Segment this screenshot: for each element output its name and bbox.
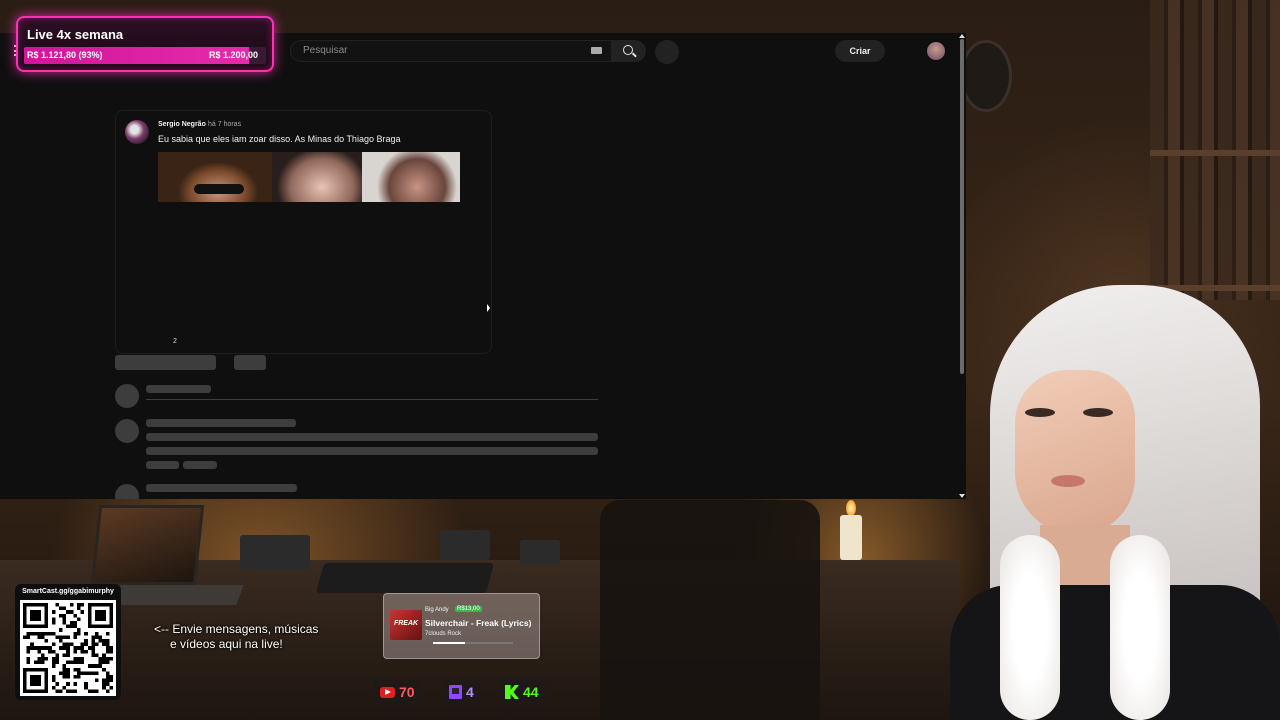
search-button[interactable] [612, 40, 646, 62]
skeleton-line [146, 484, 297, 492]
skeleton-divider [146, 399, 598, 400]
voice-search-button[interactable] [655, 40, 679, 64]
music-request-card: FREAK Big Andy R$13,00 Silverchair - Fre… [383, 593, 540, 659]
music-channel: 7clouds Rock [425, 631, 462, 637]
skeleton-line [146, 447, 598, 455]
desk-device [440, 530, 490, 560]
skeleton-line [146, 385, 211, 393]
image-panel [158, 152, 272, 202]
scrollbar-thumb[interactable] [960, 39, 964, 374]
kick-viewer-count: 44 [523, 684, 539, 700]
music-progress-bar [433, 642, 513, 644]
qr-url: SmartCast.gg/ggabimurphy [22, 588, 114, 595]
account-avatar[interactable] [927, 42, 945, 60]
shelf [1150, 150, 1280, 156]
skeleton-line [146, 461, 179, 469]
streamer [930, 285, 1280, 720]
qr-code-graphic [23, 603, 113, 693]
album-art-text: FREAK [393, 620, 419, 627]
music-title: Silverchair - Freak (Lyrics) [425, 618, 532, 628]
wall-clock [960, 40, 1012, 112]
comment-author[interactable]: Sergio Negrão [158, 121, 206, 128]
music-donation-amount: R$13,00 [455, 606, 482, 612]
music-progress-fill [433, 642, 465, 644]
desk-device [240, 535, 310, 570]
qr-code [20, 600, 116, 696]
goal-target-amount: R$ 1.200,00 [208, 50, 258, 60]
skeleton-block [115, 355, 216, 370]
comment-time[interactable]: há 7 horas [208, 121, 241, 128]
music-requester: Big Andy [425, 607, 449, 613]
twitch-icon [449, 685, 462, 699]
album-art: FREAK [390, 610, 422, 640]
goal-widget: Live 4x semana R$ 1.121,80 (93%) R$ 1.20… [16, 16, 274, 72]
comment-image[interactable] [158, 152, 460, 202]
send-messages-hint: <-- Envie mensagens, músicas e vídeos aq… [154, 622, 318, 652]
skeleton-avatar [115, 384, 139, 408]
streamer-lips [1051, 475, 1085, 487]
laptop [90, 505, 205, 585]
desk-device [520, 540, 560, 565]
image-panel [272, 152, 362, 202]
skeleton-line [183, 461, 217, 469]
sunglasses [194, 184, 244, 194]
comment-avatar[interactable] [125, 120, 149, 144]
youtube-icon [380, 686, 395, 698]
chair [600, 500, 820, 720]
twitch-viewer-count: 4 [466, 684, 474, 700]
youtube-window: Pesquisar Criar Sergio Negrão há 7 horas… [0, 33, 966, 499]
skeleton-avatar [115, 419, 139, 443]
hint-line-1: <-- Envie mensagens, músicas [154, 622, 319, 636]
qr-card: SmartCast.gg/ggabimurphy [15, 584, 121, 700]
search-icon-handle [632, 52, 637, 58]
skeleton-avatar [115, 484, 139, 499]
goal-title: Live 4x semana [27, 27, 124, 42]
scrollbar[interactable] [958, 33, 966, 499]
scroll-up-arrow-icon[interactable] [959, 34, 965, 38]
create-button[interactable]: Criar [835, 40, 885, 62]
streamer-face [1015, 370, 1135, 535]
scroll-down-arrow-icon[interactable] [959, 494, 965, 498]
like-count: 2 [173, 338, 177, 345]
goal-current-amount: R$ 1.121,80 (93%) [27, 50, 103, 60]
comment-text: Eu sabia que eles iam zoar disso. As Min… [158, 134, 401, 144]
mouse-cursor [487, 304, 490, 312]
keyboard-icon[interactable] [591, 47, 602, 54]
candle [840, 515, 862, 560]
search-input[interactable]: Pesquisar [290, 40, 612, 62]
kick-viewers: 44 [499, 678, 545, 706]
youtube-viewers: 70 [374, 678, 421, 706]
twitch-viewers: 4 [443, 678, 480, 706]
youtube-viewer-count: 70 [399, 684, 415, 700]
skeleton-line [146, 433, 598, 441]
fur-collar [1110, 535, 1170, 720]
kick-icon [505, 685, 519, 699]
fur-collar [1000, 535, 1060, 720]
skeleton-block [234, 355, 266, 370]
comment-card: Sergio Negrão há 7 horas Eu sabia que el… [115, 110, 492, 354]
streamer-eye [1025, 408, 1055, 417]
keyboard [315, 563, 495, 593]
skeleton-line [146, 419, 296, 427]
hint-line-2: e vídeos aqui na live! [170, 637, 283, 651]
image-panel [362, 152, 460, 202]
streamer-eye [1083, 408, 1113, 417]
candle-flame [846, 500, 856, 516]
